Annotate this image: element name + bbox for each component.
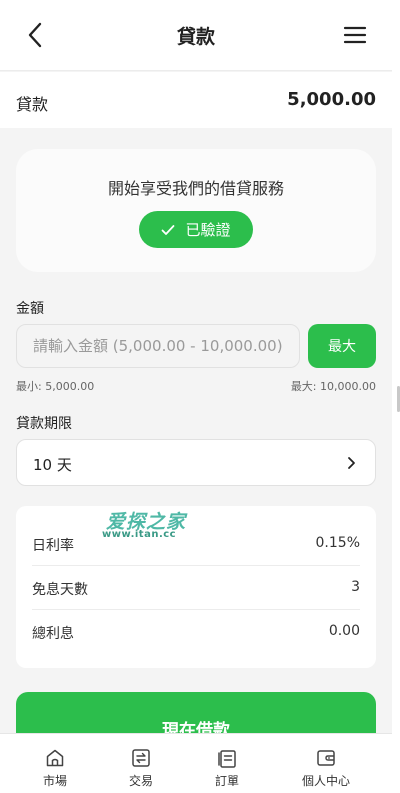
- check-icon: [162, 224, 175, 235]
- info-row-daily-rate: 日利率 0.15%: [32, 522, 360, 566]
- loan-period-value: 10 天: [33, 456, 72, 474]
- tab-label: 交易: [128, 774, 153, 788]
- info-row-interest-free-days: 免息天數 3: [32, 566, 360, 610]
- menu-button[interactable]: [342, 24, 368, 46]
- loan-summary-label: 貸款: [16, 95, 49, 114]
- tab-profile[interactable]: 個人中心: [277, 734, 375, 793]
- info-label: 免息天數: [32, 582, 88, 598]
- verify-card: 開始享受我們的借貸服務 已驗證: [16, 149, 376, 272]
- tab-label: 個人中心: [301, 774, 350, 788]
- loan-summary-row: 貸款 5,000.00: [0, 72, 392, 128]
- hamburger-menu-icon: [343, 26, 367, 44]
- tab-label: 訂單: [214, 774, 239, 788]
- tab-label: 市場: [42, 774, 67, 788]
- top-header: 貸款: [0, 0, 392, 71]
- max-amount-button[interactable]: 最大: [308, 324, 376, 368]
- info-value: 3: [351, 579, 360, 595]
- info-row-total-interest: 總利息 0.00: [32, 610, 360, 654]
- page-title: 貸款: [176, 26, 215, 48]
- tab-trade[interactable]: 交易: [92, 734, 190, 793]
- verified-badge-label: 已驗證: [185, 221, 231, 239]
- max-amount-text: 最大: 10,000.00: [290, 380, 376, 393]
- verified-badge-button[interactable]: 已驗證: [139, 211, 253, 248]
- tab-orders[interactable]: 訂單: [178, 734, 276, 793]
- info-value: 0.15%: [315, 535, 360, 551]
- info-label: 日利率: [32, 538, 74, 554]
- amount-input[interactable]: [16, 324, 300, 368]
- amount-label: 金額: [16, 301, 44, 317]
- loan-page: 貸款 貸款 5,000.00 開始享受我們的借貸服務 已驗證 金額 最大 最小:…: [0, 0, 392, 793]
- wallet-icon: [317, 750, 335, 766]
- loan-period-select[interactable]: 10 天: [16, 439, 376, 486]
- chevron-right-icon: [348, 457, 355, 469]
- loan-summary-value: 5,000.00: [287, 89, 376, 110]
- verify-message: 開始享受我們的借貸服務: [107, 179, 284, 198]
- min-amount-text: 最小: 5,000.00: [16, 380, 95, 393]
- info-label: 總利息: [32, 626, 74, 642]
- info-value: 0.00: [328, 623, 360, 639]
- loan-period-label: 貸款期限: [16, 416, 72, 432]
- tab-market[interactable]: 市場: [6, 734, 104, 793]
- bottom-tab-bar: 市場 交易 訂單 個人中心: [0, 733, 392, 793]
- exchange-icon: [132, 749, 150, 767]
- interest-info-card: 日利率 0.15% 免息天數 3 總利息 0.00: [16, 506, 376, 668]
- home-icon: [46, 749, 64, 767]
- orders-icon: [218, 750, 236, 768]
